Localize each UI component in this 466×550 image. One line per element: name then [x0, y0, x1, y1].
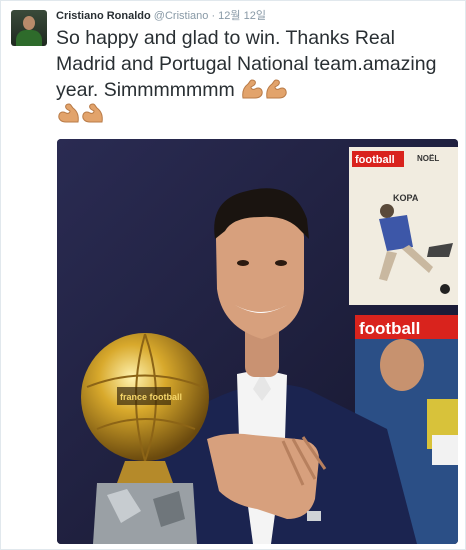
avatar-head [23, 16, 35, 30]
author-name[interactable]: Cristiano Ronaldo [56, 10, 151, 22]
magazine-bottom-masthead: football [359, 319, 420, 338]
flexed-biceps-icon [58, 103, 79, 123]
flexed-biceps-icon [242, 79, 263, 99]
ballon-dor-trophy: france football [81, 333, 209, 544]
emoji-row [57, 102, 105, 125]
magazine-top-masthead: football [355, 154, 395, 166]
photo-illustration: football NOËL KOPA football france footb… [57, 139, 458, 544]
magazine-cover-top: football NOËL KOPA [349, 147, 458, 305]
tweet-text-block: So happy and glad to win. Thanks Real Ma… [56, 25, 456, 103]
avatar-shirt [16, 30, 42, 46]
trophy-band-text: france football [120, 392, 182, 402]
flexed-biceps-icon [266, 79, 287, 99]
tweet-photo[interactable]: football NOËL KOPA football france footb… [57, 139, 458, 544]
author-avatar[interactable] [11, 10, 47, 46]
meta-separator: · [211, 10, 216, 22]
tweet-card: Cristiano Ronaldo @Cristiano · 12월 12일 S… [0, 0, 466, 550]
tweet-header: Cristiano Ronaldo @Cristiano · 12월 12일 [56, 9, 266, 23]
flexed-biceps-icon [82, 103, 103, 123]
magazine-top-corner-text: NOËL [417, 154, 439, 163]
author-handle[interactable]: @Cristiano [154, 10, 209, 22]
magazine-top-cover-word: KOPA [393, 193, 419, 203]
tweet-timestamp[interactable]: 12월 12일 [218, 10, 266, 22]
